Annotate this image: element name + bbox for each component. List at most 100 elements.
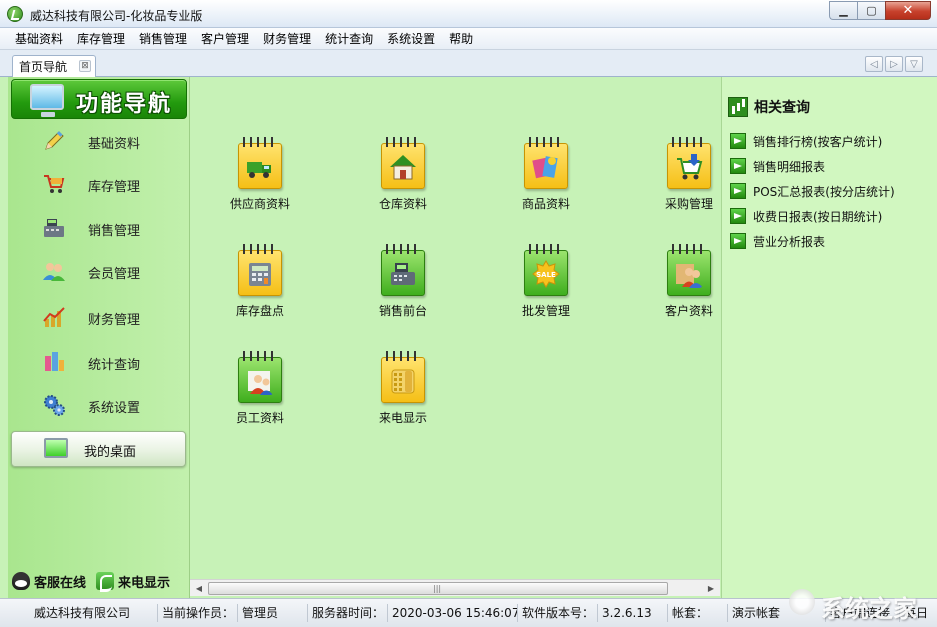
tile-wholesale[interactable]: SALE 批发管理 xyxy=(496,240,596,330)
status-client-connection: 客户端连接 xyxy=(824,604,900,622)
report-link-daily-fees[interactable]: 收费日报表(按日期统计) xyxy=(730,207,882,225)
report-link-label: 销售明细报表 xyxy=(753,159,826,174)
status-company: 威达科技有限公司 xyxy=(28,604,158,622)
cash-register-icon xyxy=(44,219,64,237)
sidebar-item-inventory[interactable]: 库存管理 xyxy=(8,167,190,201)
arrow-right-icon xyxy=(730,158,746,174)
report-link-business-analysis[interactable]: 营业分析报表 xyxy=(730,232,825,250)
menu-customers[interactable]: 客户管理 xyxy=(194,30,256,47)
menu-settings[interactable]: 系统设置 xyxy=(380,30,442,47)
pencil-icon xyxy=(45,131,64,150)
scroll-left-icon[interactable]: ◀ xyxy=(193,583,205,594)
tab-next-icon[interactable]: ▷ xyxy=(885,56,903,72)
sidebar-item-label: 会员管理 xyxy=(88,267,141,282)
online-support-link[interactable]: 客服在线 xyxy=(34,572,86,591)
shopping-cart-icon xyxy=(44,175,65,193)
status-version: 3.2.6.13 xyxy=(596,604,668,622)
function-sidebar: 功能导航 基础资料 库存管理 销售管理 会员管理 财务管理 统计查询 系统设置 … xyxy=(8,77,190,598)
tile-label: 员工资料 xyxy=(235,411,284,425)
function-grid: 供应商资料 仓库资料 商品资料 采购管理 库存盘点 销售前台 SALE 批发管理… xyxy=(190,77,720,598)
horizontal-scrollbar[interactable]: ◀ ||| ▶ xyxy=(190,579,720,596)
caller-id-link[interactable]: 来电显示 xyxy=(118,572,170,591)
tab-strip: 首页导航 ⊠ ◁ ▷ ▽ xyxy=(0,50,937,77)
related-query-panel: 相关查询 销售排行榜(按客户统计) 销售明细报表 POS汇总报表(按分店统计) … xyxy=(721,77,937,598)
statistics-icon xyxy=(45,352,64,371)
status-account-label: 帐套： xyxy=(666,604,728,622)
tile-product[interactable]: 商品资料 xyxy=(496,133,596,223)
report-link-label: POS汇总报表(按分店统计) xyxy=(753,184,895,199)
status-operator-label: 当前操作员： xyxy=(156,604,238,622)
tab-close-icon[interactable]: ⊠ xyxy=(79,60,91,72)
qq-penguin-icon[interactable] xyxy=(12,572,30,590)
scrollbar-thumb[interactable]: ||| xyxy=(208,582,668,595)
employee-icon xyxy=(238,351,282,403)
menu-statistics[interactable]: 统计查询 xyxy=(318,30,380,47)
sidebar-header: 功能导航 xyxy=(11,79,187,119)
svg-text:SALE: SALE xyxy=(536,271,556,279)
tab-home-navigation[interactable]: 首页导航 ⊠ xyxy=(12,55,96,77)
my-desktop-label: 我的桌面 xyxy=(84,445,137,460)
tile-label: 库存盘点 xyxy=(235,304,284,318)
report-link-sales-ranking[interactable]: 销售排行榜(按客户统计) xyxy=(730,132,882,150)
sidebar-item-basic-data[interactable]: 基础资料 xyxy=(8,124,190,158)
menu-bar: 基础资料 库存管理 销售管理 客户管理 财务管理 统计查询 系统设置 帮助 xyxy=(0,28,937,50)
tile-sales-front[interactable]: 销售前台 xyxy=(353,240,453,330)
bar-chart-icon xyxy=(728,97,748,117)
tab-label: 首页导航 xyxy=(19,60,68,74)
tile-warehouse[interactable]: 仓库资料 xyxy=(353,133,453,223)
status-version-label: 软件版本号： xyxy=(516,604,598,622)
tab-prev-icon[interactable]: ◁ xyxy=(865,56,883,72)
status-bar: 威达科技有限公司 当前操作员： 管理员 服务器时间： 2020-03-06 15… xyxy=(0,598,937,627)
sidebar-item-label: 统计查询 xyxy=(88,358,141,373)
menu-inventory[interactable]: 库存管理 xyxy=(70,30,132,47)
my-desktop-button[interactable]: 我的桌面 xyxy=(11,431,186,467)
menu-finance[interactable]: 财务管理 xyxy=(256,30,318,47)
tab-list-icon[interactable]: ▽ xyxy=(905,56,923,72)
related-query-header: 相关查询 xyxy=(728,95,810,119)
tab-navigation: ◁ ▷ ▽ xyxy=(865,56,923,72)
sidebar-bottom-bar: 客服在线 来电显示 xyxy=(8,567,190,595)
report-link-pos-summary[interactable]: POS汇总报表(按分店统计) xyxy=(730,182,895,200)
sidebar-item-finance[interactable]: 财务管理 xyxy=(8,300,190,334)
status-daily: 每日 xyxy=(904,606,929,620)
tile-label: 销售前台 xyxy=(378,304,427,318)
product-icon xyxy=(524,137,568,189)
sidebar-item-settings[interactable]: 系统设置 xyxy=(8,388,190,422)
finance-chart-icon xyxy=(43,307,65,327)
menu-basic-data[interactable]: 基础资料 xyxy=(8,30,70,47)
sidebar-item-label: 系统设置 xyxy=(88,401,141,416)
phone-icon[interactable] xyxy=(96,572,115,592)
pos-register-icon xyxy=(381,244,425,296)
minimize-button[interactable]: ▁ xyxy=(829,1,857,20)
report-link-label: 收费日报表(按日期统计) xyxy=(753,209,883,224)
sidebar-title: 功能导航 xyxy=(76,92,173,117)
tile-supplier[interactable]: 供应商资料 xyxy=(210,133,310,223)
scroll-grip-icon: ||| xyxy=(433,584,442,593)
wholesale-sale-icon: SALE xyxy=(524,244,568,296)
inventory-calculator-icon xyxy=(238,244,282,296)
tile-inventory-count[interactable]: 库存盘点 xyxy=(210,240,310,330)
sidebar-item-sales[interactable]: 销售管理 xyxy=(8,211,190,245)
maximize-button[interactable]: ▢ xyxy=(857,1,885,20)
menu-sales[interactable]: 销售管理 xyxy=(132,30,194,47)
menu-help[interactable]: 帮助 xyxy=(442,30,480,47)
sidebar-item-label: 库存管理 xyxy=(88,180,141,195)
scroll-right-icon[interactable]: ▶ xyxy=(705,583,717,594)
desktop-monitor-icon xyxy=(44,438,68,458)
sidebar-item-members[interactable]: 会员管理 xyxy=(8,254,190,288)
tile-employees[interactable]: 员工资料 xyxy=(210,347,310,437)
sidebar-item-statistics[interactable]: 统计查询 xyxy=(8,345,190,379)
report-link-sales-detail[interactable]: 销售明细报表 xyxy=(730,157,825,175)
arrow-right-icon xyxy=(730,233,746,249)
close-button[interactable]: ✕ xyxy=(885,1,931,20)
arrow-right-icon xyxy=(730,183,746,199)
tile-label: 仓库资料 xyxy=(378,197,427,211)
title-bar: 威达科技有限公司-化妆品专业版 ▁ ▢ ✕ xyxy=(0,0,937,28)
monitor-icon xyxy=(30,84,64,117)
purchase-cart-icon xyxy=(667,137,711,189)
app-logo-icon xyxy=(7,6,23,22)
status-operator: 管理员 xyxy=(236,604,308,622)
members-icon xyxy=(43,263,65,281)
tile-caller-id[interactable]: 来电显示 xyxy=(353,347,453,437)
status-account: 演示帐套 xyxy=(726,604,826,622)
